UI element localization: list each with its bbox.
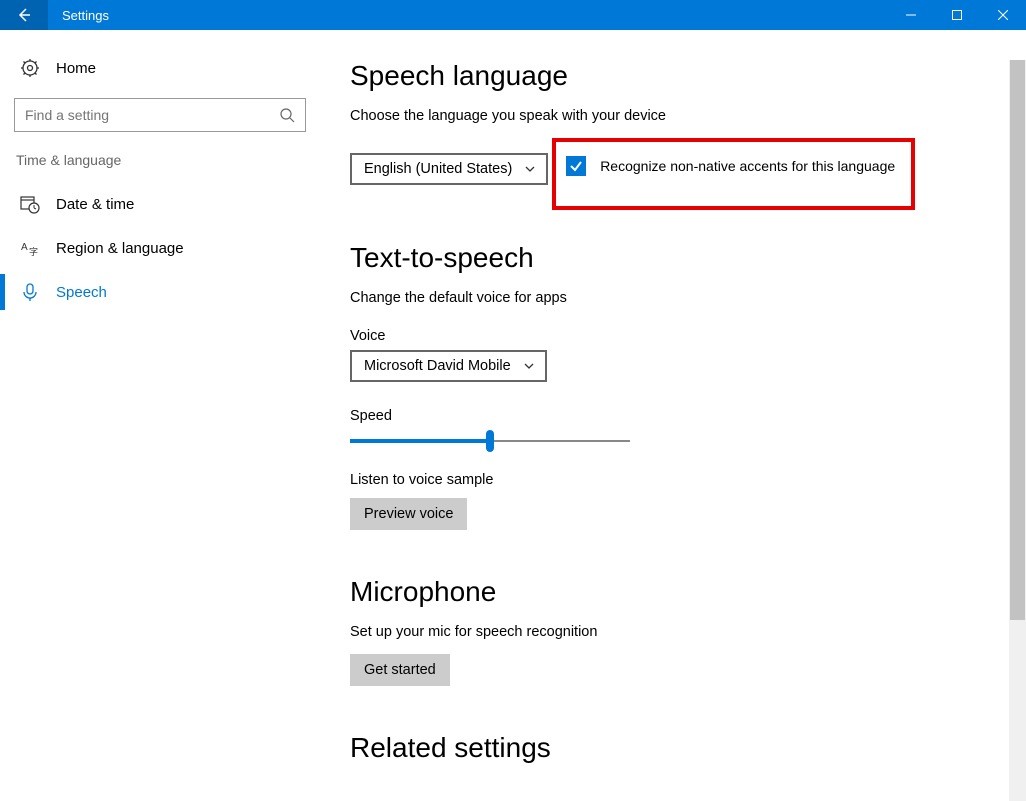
search-box[interactable] [14, 98, 306, 132]
close-button[interactable] [980, 0, 1026, 30]
chevron-down-icon [524, 163, 536, 175]
microphone-desc: Set up your mic for speech recognition [350, 624, 986, 640]
preview-voice-button[interactable]: Preview voice [350, 498, 467, 530]
back-button[interactable] [0, 0, 48, 30]
back-arrow-icon [16, 7, 32, 23]
close-icon [998, 10, 1008, 20]
sidebar-item-label: Date & time [56, 196, 134, 213]
speed-slider[interactable] [350, 430, 630, 454]
sidebar-item-label: Speech [56, 284, 107, 301]
maximize-button[interactable] [934, 0, 980, 30]
voice-label: Voice [350, 328, 986, 344]
heading-tts: Text-to-speech [350, 242, 986, 274]
speech-language-dropdown[interactable]: English (United States) [350, 153, 548, 185]
highlight-annotation: Recognize non-native accents for this la… [552, 138, 915, 210]
accent-checkbox-label: Recognize non-native accents for this la… [600, 158, 895, 174]
window-title: Settings [62, 8, 109, 23]
get-started-button[interactable]: Get started [350, 654, 450, 686]
speed-label: Speed [350, 408, 986, 424]
voice-selected: Microsoft David Mobile [364, 358, 511, 374]
sidebar: Home Time & language Date & time A字 Regi… [0, 30, 320, 801]
svg-text:字: 字 [29, 246, 38, 257]
category-label: Time & language [14, 152, 306, 168]
sidebar-item-date-time[interactable]: Date & time [14, 182, 306, 226]
microphone-icon [20, 282, 40, 302]
maximize-icon [952, 10, 962, 20]
svg-text:A: A [21, 242, 28, 253]
accent-checkbox-row[interactable]: Recognize non-native accents for this la… [566, 156, 895, 176]
language-icon: A字 [20, 238, 40, 258]
sidebar-item-region-language[interactable]: A字 Region & language [14, 226, 306, 270]
slider-thumb[interactable] [486, 430, 494, 452]
home-label: Home [56, 60, 96, 77]
sidebar-item-label: Region & language [56, 240, 184, 257]
speech-language-selected: English (United States) [364, 161, 512, 177]
window-controls [888, 0, 1026, 30]
minimize-button[interactable] [888, 0, 934, 30]
main-content: Speech language Choose the language you … [320, 30, 1026, 801]
tts-desc: Change the default voice for apps [350, 290, 986, 306]
voice-dropdown[interactable]: Microsoft David Mobile [350, 350, 547, 382]
home-link[interactable]: Home [14, 50, 306, 86]
accent-checkbox[interactable] [566, 156, 586, 176]
calendar-clock-icon [20, 194, 40, 214]
sample-label: Listen to voice sample [350, 472, 986, 488]
checkmark-icon [569, 159, 583, 173]
heading-speech-language: Speech language [350, 60, 986, 92]
titlebar: Settings [0, 0, 1026, 30]
search-input[interactable] [25, 107, 279, 123]
sidebar-item-speech[interactable]: Speech [14, 270, 306, 314]
minimize-icon [906, 10, 916, 20]
speech-language-desc: Choose the language you speak with your … [350, 108, 986, 124]
scrollbar-thumb[interactable] [1010, 60, 1025, 620]
scrollbar[interactable] [1009, 60, 1026, 801]
heading-related-settings: Related settings [350, 732, 986, 764]
slider-fill [350, 439, 490, 443]
search-icon [279, 107, 295, 123]
heading-microphone: Microphone [350, 576, 986, 608]
chevron-down-icon [523, 360, 535, 372]
home-gear-icon [20, 58, 40, 78]
